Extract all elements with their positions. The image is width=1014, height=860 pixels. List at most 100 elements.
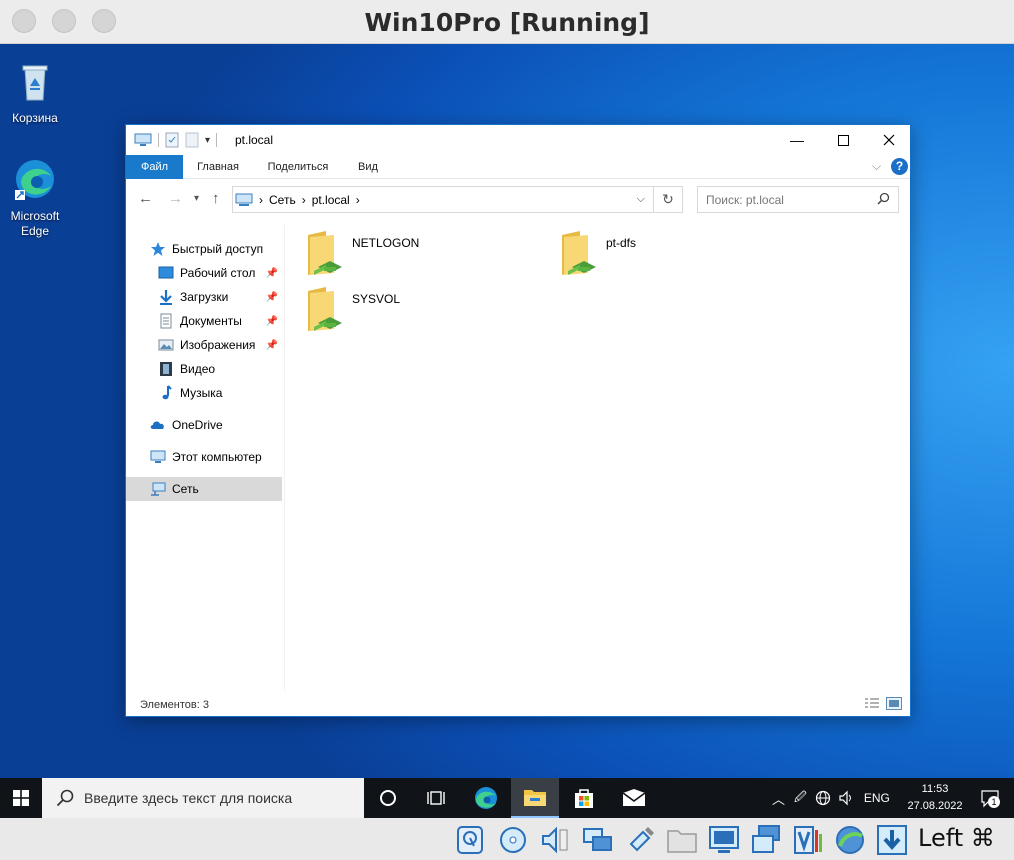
address-dropdown-icon[interactable]: ⌵ [637, 193, 645, 206]
maximize-button[interactable] [820, 125, 866, 155]
folder-item-pt-dfs[interactable]: pt-dfs [558, 227, 636, 279]
folder-name: NETLOGON [352, 236, 420, 250]
audio-icon[interactable] [539, 824, 571, 856]
pin-icon: 📌 [265, 291, 278, 303]
view-toggle-group [864, 697, 902, 710]
tab-file[interactable]: Файл [126, 155, 183, 179]
speaker-volume-icon[interactable] [838, 790, 854, 806]
guest-desktop: Корзина Microsoft Edge ▾ pt.local — Файл… [0, 44, 1014, 778]
folder-item-sysvol[interactable]: SYSVOL [304, 283, 400, 335]
nav-item-music[interactable]: Музыка [158, 381, 222, 405]
cortana-button[interactable] [364, 778, 412, 818]
taskbar-edge[interactable] [462, 778, 510, 818]
nav-item-this-pc[interactable]: Этот компьютер [150, 445, 262, 469]
document-icon [160, 313, 172, 329]
taskbar-clock[interactable]: 11:53 27.08.2022 [898, 781, 972, 815]
tab-view[interactable]: Вид [350, 155, 386, 179]
edge-icon [475, 787, 497, 809]
breadcrumb-current[interactable]: pt.local [312, 193, 350, 207]
folder-icon [524, 790, 546, 806]
taskbar-file-explorer[interactable] [511, 778, 559, 818]
nav-item-videos[interactable]: Видео [158, 357, 215, 381]
computer-icon [134, 133, 152, 146]
nav-item-downloads[interactable]: Загрузки 📌 [158, 285, 282, 309]
search-input[interactable]: Поиск: pt.local [697, 186, 899, 213]
details-view-icon[interactable] [864, 697, 880, 710]
ribbon-expand-chevron-icon[interactable]: ⌵ [872, 159, 881, 174]
search-icon [56, 789, 74, 807]
monitor-icon [150, 450, 166, 463]
pin-icon: 📌 [265, 339, 278, 351]
hard-disk-icon[interactable] [454, 824, 486, 856]
address-bar[interactable]: › Сеть › pt.local › ⌵ [232, 186, 654, 213]
mail-envelope-icon [622, 789, 646, 806]
pane-divider[interactable] [284, 225, 285, 691]
recording-icon[interactable] [750, 824, 782, 856]
desktop-icon-label: Корзина [12, 111, 58, 125]
cloud-icon [150, 421, 164, 429]
guest-additions-icon[interactable] [834, 824, 866, 856]
network-adapter-icon[interactable] [582, 824, 614, 856]
usb-icon[interactable] [625, 824, 657, 856]
nav-item-documents[interactable]: Документы 📌 [158, 309, 282, 333]
nav-item-desktop[interactable]: Рабочий стол 📌 [158, 261, 282, 285]
forward-arrow-icon[interactable]: → [168, 190, 183, 207]
help-icon[interactable]: ? [891, 158, 908, 175]
nav-item-pictures[interactable]: Изображения 📌 [158, 333, 282, 357]
host-window-title: Win10Pro [Running] [364, 8, 650, 37]
notification-center-button[interactable]: 1 [980, 788, 1000, 808]
tray-overflow-chevron-icon[interactable]: ︿ [772, 789, 785, 808]
breadcrumb-network[interactable]: Сеть [269, 193, 296, 207]
pen-workspace-icon[interactable]: 🖉 [794, 788, 807, 809]
qat-dropdown-icon[interactable]: ▾ [205, 135, 210, 146]
recent-locations-chevron-icon[interactable]: ▾ [194, 193, 199, 204]
properties-icon[interactable] [165, 132, 179, 148]
close-button[interactable] [866, 125, 912, 155]
display-icon[interactable] [708, 824, 740, 856]
network-icon [151, 482, 166, 496]
globe-network-icon[interactable] [815, 790, 831, 806]
windows-logo-icon [13, 790, 29, 806]
taskbar-store[interactable] [560, 778, 608, 818]
start-button[interactable] [0, 778, 42, 818]
nav-label: Видео [180, 362, 216, 376]
desktop-icon-recycle-bin[interactable]: Корзина [0, 58, 70, 126]
up-arrow-icon[interactable]: ↑ [212, 190, 220, 207]
tab-share[interactable]: Поделиться [260, 155, 336, 179]
language-indicator[interactable]: ENG [864, 791, 890, 805]
host-key-indicator[interactable]: Left ⌘ [918, 824, 995, 852]
recycle-bin-icon [22, 65, 48, 101]
nav-label: OneDrive [172, 418, 223, 432]
large-icons-view-icon[interactable] [886, 697, 902, 710]
address-row: ← → ▾ ↑ › Сеть › pt.local › ⌵ ↻ Поиск: p… [126, 180, 910, 220]
refresh-button[interactable]: ↻ [654, 186, 683, 213]
explorer-window-title: pt.local [235, 133, 274, 147]
nav-item-quick-access[interactable]: Быстрый доступ [150, 237, 263, 261]
back-arrow-icon[interactable]: ← [138, 190, 153, 207]
nav-item-onedrive[interactable]: OneDrive [150, 413, 223, 437]
film-icon [160, 362, 172, 376]
new-folder-icon[interactable] [185, 132, 199, 148]
task-view-button[interactable] [412, 778, 460, 818]
mouse-integration-arrow-icon[interactable] [876, 824, 908, 856]
search-placeholder: Поиск: pt.local [706, 193, 784, 207]
notification-badge: 1 [988, 796, 1000, 808]
minimize-button[interactable]: — [774, 125, 820, 155]
cpu-activity-icon[interactable] [793, 824, 825, 856]
folder-item-netlogon[interactable]: NETLOGON [304, 227, 419, 279]
taskbar-mail[interactable] [610, 778, 658, 818]
host-status-bar: Left ⌘ [0, 818, 1014, 860]
network-icon [235, 193, 253, 206]
nav-item-network[interactable]: Сеть [150, 477, 199, 501]
optical-disk-icon[interactable] [497, 824, 529, 856]
desktop-icon-edge[interactable]: Microsoft Edge [0, 156, 70, 239]
folder-name: pt-dfs [606, 236, 637, 250]
taskbar-search-input[interactable]: Введите здесь текст для поиска [42, 778, 364, 818]
file-explorer-window: ▾ pt.local — Файл Главная Поделиться Вид… [125, 124, 911, 717]
status-item-count: Элементов: 3 [140, 699, 209, 711]
download-arrow-icon [160, 290, 172, 305]
tab-home[interactable]: Главная [188, 155, 248, 179]
shared-folders-icon[interactable] [666, 824, 698, 856]
nav-label: Этот компьютер [172, 450, 262, 464]
clock-date: 27.08.2022 [907, 800, 963, 812]
